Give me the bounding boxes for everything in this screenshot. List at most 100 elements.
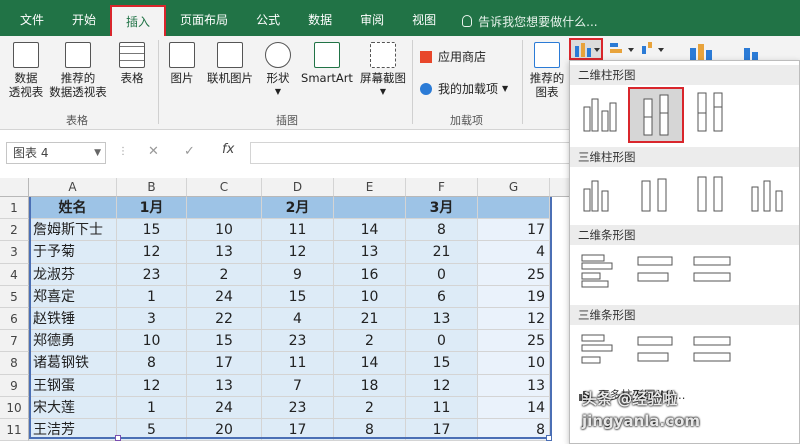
clustered-column-icon <box>583 98 617 132</box>
table-label: 表格 <box>120 71 144 85</box>
online-pictures-label: 联机图片 <box>207 71 253 85</box>
gallery-section-2d-column: 二维柱形图 <box>570 65 799 85</box>
row-header-6[interactable]: 6 <box>0 308 29 331</box>
screenshot-button[interactable]: 屏幕截图 ▼ <box>356 42 410 99</box>
insert-function-icon[interactable]: fx <box>222 142 234 157</box>
tab-view[interactable]: 视图 <box>398 6 450 36</box>
camera-icon <box>370 42 396 68</box>
divider <box>158 40 159 124</box>
stacked-bar-icon <box>637 256 673 282</box>
chevron-down-icon: ▼ <box>94 148 101 158</box>
waterfall-chart-button[interactable] <box>640 40 670 60</box>
clustered-column-option[interactable] <box>578 89 624 135</box>
row-header-9[interactable]: 9 <box>0 374 29 397</box>
smartart-icon <box>314 42 340 68</box>
group-illustrations-label: 插图 <box>276 114 298 127</box>
chevron-down-icon: ▼ <box>379 87 387 96</box>
row-header-4[interactable]: 4 <box>0 263 29 286</box>
pivot-table-button[interactable]: 数据 透视表 <box>4 42 48 99</box>
percent-stacked-bar-option[interactable] <box>690 249 736 295</box>
column-header-F[interactable]: F <box>406 178 478 197</box>
select-all-corner[interactable] <box>0 178 29 197</box>
recommended-pivot-label: 推荐的 数据透视表 <box>49 71 107 99</box>
my-addins-button[interactable]: 我的加载项 ▼ <box>420 80 508 97</box>
store-button[interactable]: 应用商店 <box>420 48 486 65</box>
3d-stacked-bar-icon <box>637 336 673 362</box>
stacked-column-option[interactable] <box>628 87 684 143</box>
column-header-B[interactable]: B <box>117 178 187 197</box>
tab-formulas[interactable]: 公式 <box>242 6 294 36</box>
pivot-table-icon <box>13 42 39 68</box>
3d-column-plain-icon <box>751 180 783 212</box>
name-box[interactable]: 图表 4 ▼ <box>6 142 106 164</box>
row-header-5[interactable]: 5 <box>0 285 29 308</box>
watermark: 头条 @经验啦 jingyanla.com <box>582 390 701 430</box>
recommended-charts-icon <box>534 42 560 68</box>
pivot-table-label: 数据 透视表 <box>8 71 44 99</box>
column-chart-dropdown[interactable] <box>569 38 603 60</box>
selection-handle[interactable] <box>546 435 552 441</box>
percent-stacked-column-option[interactable] <box>690 89 736 135</box>
table-icon <box>119 42 145 68</box>
clustered-bar-option[interactable] <box>578 249 624 295</box>
3d-percent-column-icon <box>697 176 723 212</box>
3d-clustered-bar-option[interactable] <box>578 329 624 375</box>
cancel-icon[interactable]: ✕ <box>148 144 159 159</box>
gallery-section-3d-bar: 三维条形图 <box>570 305 799 325</box>
row-header-11[interactable]: 11 <box>0 419 29 442</box>
row-header-1[interactable]: 1 <box>0 197 29 220</box>
column-header-G[interactable]: G <box>478 178 550 197</box>
picture-label: 图片 <box>170 71 194 85</box>
store-icon <box>420 50 432 63</box>
tab-review[interactable]: 审阅 <box>346 6 398 36</box>
hierarchy-chart-button[interactable] <box>608 40 638 60</box>
recommended-pivot-button[interactable]: 推荐的 数据透视表 <box>46 42 110 99</box>
divider <box>522 40 523 124</box>
stacked-bar-option[interactable] <box>634 249 680 295</box>
3d-percent-bar-option[interactable] <box>690 329 736 375</box>
tell-me-text: 告诉我您想要做什么... <box>478 14 598 29</box>
tab-file[interactable]: 文件 <box>6 6 58 36</box>
shapes-button[interactable]: 形状 ▼ <box>260 42 296 99</box>
column-header-A[interactable]: A <box>29 178 117 197</box>
shapes-label: 形状 <box>266 71 290 85</box>
3d-percent-column-option[interactable] <box>690 171 736 217</box>
smartart-label: SmartArt <box>301 71 353 85</box>
tab-insert[interactable]: 插入 <box>110 5 167 37</box>
column-chart-icon <box>575 43 600 57</box>
group-addins-label: 加载项 <box>450 114 483 127</box>
tell-me-box[interactable]: 告诉我您想要做什么... <box>462 6 598 36</box>
percent-stacked-column-icon <box>697 92 723 132</box>
tab-data[interactable]: 数据 <box>294 6 346 36</box>
row-header-2[interactable]: 2 <box>0 219 29 242</box>
column-header-C[interactable]: C <box>187 178 262 197</box>
row-header-7[interactable]: 7 <box>0 330 29 353</box>
chart-selection-frame[interactable] <box>29 197 552 439</box>
ribbon-tabs: 文件 开始 插入 页面布局 公式 数据 审阅 视图 告诉我您想要做什么... <box>0 0 800 37</box>
online-pictures-button[interactable]: 联机图片 <box>202 42 258 85</box>
lightbulb-icon <box>462 15 473 27</box>
3d-clustered-column-option[interactable] <box>578 171 624 217</box>
row-header-10[interactable]: 10 <box>0 396 29 419</box>
tab-page-layout[interactable]: 页面布局 <box>166 6 242 36</box>
picture-button[interactable]: 图片 <box>164 42 200 85</box>
3d-stacked-bar-option[interactable] <box>634 329 680 375</box>
enter-icon[interactable]: ✓ <box>184 144 195 159</box>
recommended-charts-button[interactable]: 推荐的 图表 <box>526 42 568 99</box>
name-box-value: 图表 4 <box>13 146 49 160</box>
row-header-8[interactable]: 8 <box>0 352 29 375</box>
gallery-section-2d-bar: 二维条形图 <box>570 225 799 245</box>
column-header-D[interactable]: D <box>262 178 334 197</box>
clustered-bar-icon <box>581 254 613 288</box>
column-header-E[interactable]: E <box>334 178 406 197</box>
smartart-button[interactable]: SmartArt <box>298 42 356 85</box>
row-header-3[interactable]: 3 <box>0 241 29 264</box>
chevron-down-icon: ▼ <box>274 87 282 96</box>
shapes-icon <box>265 42 291 68</box>
3d-stacked-column-option[interactable] <box>634 171 680 217</box>
3d-bar-icon <box>581 334 613 364</box>
3d-column-option[interactable] <box>746 171 792 217</box>
selection-handle[interactable] <box>115 435 121 441</box>
table-button[interactable]: 表格 <box>112 42 152 85</box>
tab-home[interactable]: 开始 <box>58 6 110 36</box>
